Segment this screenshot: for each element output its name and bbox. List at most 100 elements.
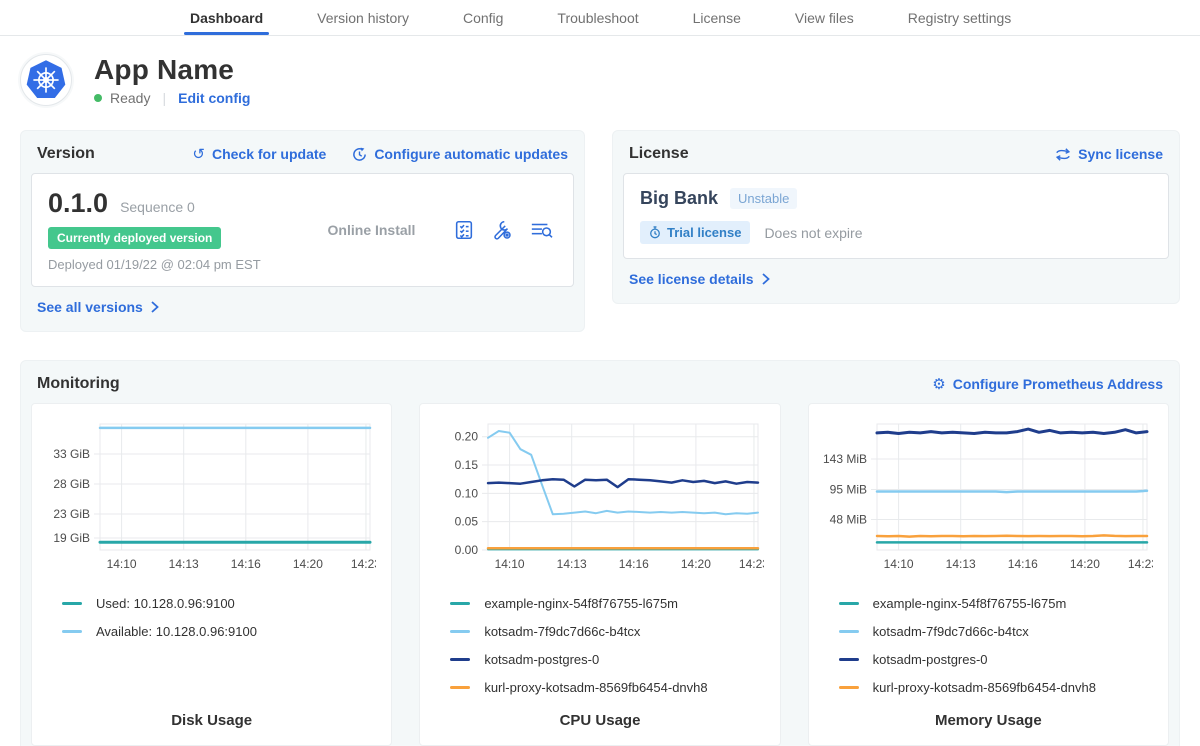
tab-license[interactable]: License [693,0,741,35]
svg-text:14:16: 14:16 [231,557,261,571]
legend-label: kotsadm-7f9dc7d66c-b4tcx [484,624,640,639]
chart-card-cpu-usage: 0.200.150.100.050.0014:1014:1314:1614:20… [419,403,780,746]
legend-item-kotsadm-postgres-0: kotsadm-postgres-0 [450,652,771,667]
license-details-card: Big Bank Unstable Trial license Does not… [623,173,1169,259]
file-search-icon [529,219,553,241]
legend-dash-icon [839,602,859,605]
svg-text:48 MiB: 48 MiB [829,512,866,526]
schedule-icon [352,147,367,162]
legend-label: Available: 10.128.0.96:9100 [96,624,257,639]
preflight-checks-button[interactable] [453,219,475,241]
svg-text:14:23: 14:23 [351,557,376,571]
tab-dashboard[interactable]: Dashboard [190,0,263,35]
check-update-label: Check for update [212,146,326,162]
svg-text:0.05: 0.05 [455,515,479,529]
chart-plot-memory-usage: 143 MiB 95 MiB 48 MiB 14:10 14:13 14:16 14:20 1… [817,416,1153,586]
license-expiry: Does not expire [764,225,862,241]
sync-license-label: Sync license [1078,146,1163,162]
channel-badge: Unstable [730,188,797,209]
configure-prometheus-label: Configure Prometheus Address [953,376,1163,392]
legend-label: kurl-proxy-kotsadm-8569fb6454-dnvh8 [873,680,1096,695]
version-panel: Version ↺ Check for update Configure aut… [20,130,585,332]
edit-config-link[interactable]: Edit config [178,90,250,106]
svg-text:143 MiB: 143 MiB [823,452,867,466]
legend-label: Used: 10.128.0.96:9100 [96,596,235,611]
legend-dash-icon [450,630,470,633]
svg-text:95 MiB: 95 MiB [829,483,866,497]
app-header: App Name Ready | Edit config [20,54,1180,106]
configure-prometheus-button[interactable]: ⚙ Configure Prometheus Address [932,376,1163,392]
legend-item-kotsadm-7f9dc7d66c-b4tcx: kotsadm-7f9dc7d66c-b4tcx [839,624,1160,639]
legend-dash-icon [62,630,82,633]
svg-text:14:20: 14:20 [1070,557,1100,571]
svg-text:14:13: 14:13 [945,557,975,571]
chart-title-cpu-usage: CPU Usage [428,696,771,729]
svg-text:14:23: 14:23 [1128,557,1153,571]
nav-tabs: Dashboard Version history Config Troublesho… [190,0,1011,35]
svg-text:14:16: 14:16 [619,557,649,571]
chart-legend: Used: 10.128.0.96:9100 Available: 10.128.… [40,586,383,639]
app-status: Ready [110,90,150,106]
svg-text:14:20: 14:20 [293,557,323,571]
tab-version-history[interactable]: Version history [317,0,409,35]
svg-text:14:13: 14:13 [169,557,199,571]
legend-label: example-nginx-54f8f76755-l675m [873,596,1067,611]
divider: | [158,90,170,106]
top-nav: Dashboard Version history Config Troublesho… [0,0,1200,36]
legend-item-kurl-proxy-kotsadm-8569fb6454-dnvh8: kurl-proxy-kotsadm-8569fb6454-dnvh8 [450,680,771,695]
edit-config-button[interactable] [491,219,513,241]
sync-license-button[interactable]: Sync license [1055,146,1163,162]
legend-dash-icon [62,602,82,605]
legend-item-example-nginx-54f8f76755-l675m: example-nginx-54f8f76755-l675m [839,596,1160,611]
svg-text:19 GiB: 19 GiB [53,531,90,545]
legend-dash-icon [839,686,859,689]
chart-plot-disk-usage: 33 GiB28 GiB23 GiB19 GiB14:1014:1314:161… [40,416,376,586]
see-all-versions-link[interactable]: See all versions [37,299,159,315]
auto-updates-label: Configure automatic updates [374,146,568,162]
see-license-details-label: See license details [629,271,754,287]
deployed-timestamp: Deployed 01/19/22 @ 02:04 pm EST [48,257,290,272]
legend-label: kotsadm-postgres-0 [873,652,988,667]
refresh-icon: ↺ [192,147,205,162]
svg-text:0.10: 0.10 [455,486,479,500]
legend-label: example-nginx-54f8f76755-l675m [484,596,678,611]
current-version-card: 0.1.0 Sequence 0 Currently deployed vers… [31,173,574,287]
svg-text:0.20: 0.20 [455,430,479,444]
version-panel-title: Version [37,145,95,163]
deployed-status-badge: Currently deployed version [48,227,221,249]
svg-text:14:10: 14:10 [107,557,137,571]
version-number: 0.1.0 [48,188,108,219]
legend-item-kotsadm-7f9dc7d66c-b4tcx: kotsadm-7f9dc7d66c-b4tcx [450,624,771,639]
svg-text:0.00: 0.00 [455,543,479,557]
tab-troubleshoot[interactable]: Troubleshoot [557,0,638,35]
view-diff-button[interactable] [529,219,553,241]
see-license-details-link[interactable]: See license details [629,271,770,287]
chart-title-memory-usage: Memory Usage [817,696,1160,729]
tab-view-files[interactable]: View files [795,0,854,35]
license-panel: License Sync license Big Bank Unstable [612,130,1180,304]
configure-automatic-updates-button[interactable]: Configure automatic updates [352,146,568,162]
cards-row: Version ↺ Check for update Configure aut… [20,130,1180,332]
license-name: Big Bank [640,188,718,209]
legend-item-available-10-128-0-96-9100: Available: 10.128.0.96:9100 [62,624,383,639]
app-title: App Name [94,54,250,86]
license-type-label: Trial license [667,225,741,240]
svg-text:14:16: 14:16 [1007,557,1037,571]
gear-icon: ⚙ [932,377,945,392]
chart-title-disk-usage: Disk Usage [40,696,383,729]
chevron-right-icon [761,273,770,285]
legend-label: kotsadm-7f9dc7d66c-b4tcx [873,624,1029,639]
tab-registry-settings[interactable]: Registry settings [908,0,1011,35]
install-type-label: Online Install [290,222,453,238]
legend-item-kurl-proxy-kotsadm-8569fb6454-dnvh8: kurl-proxy-kotsadm-8569fb6454-dnvh8 [839,680,1160,695]
check-for-update-button[interactable]: ↺ Check for update [192,146,326,162]
legend-item-kotsadm-postgres-0: kotsadm-postgres-0 [839,652,1160,667]
legend-item-used-10-128-0-96-9100: Used: 10.128.0.96:9100 [62,596,383,611]
svg-text:14:10: 14:10 [883,557,913,571]
sync-icon [1055,147,1071,162]
page-body: App Name Ready | Edit config Version ↺ C… [0,54,1200,746]
tab-config[interactable]: Config [463,0,503,35]
legend-dash-icon [839,658,859,661]
charts-row: 33 GiB28 GiB23 GiB19 GiB14:1014:1314:161… [21,403,1179,746]
chart-plot-cpu-usage: 0.200.150.100.050.0014:1014:1314:1614:20… [428,416,764,586]
